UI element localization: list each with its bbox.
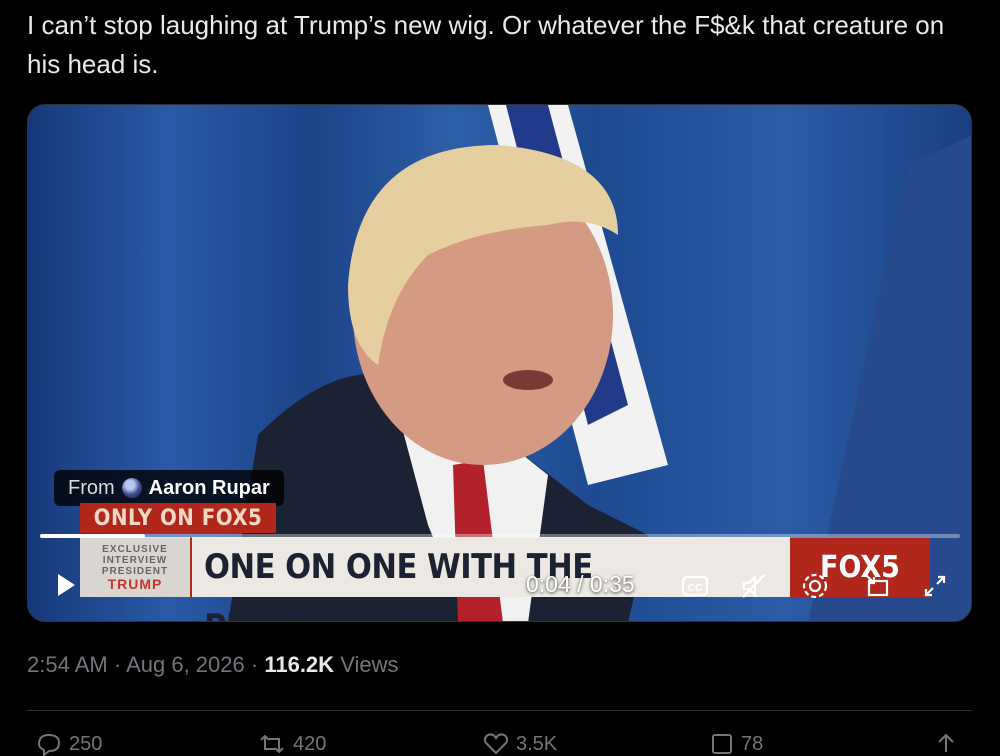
settings-icon[interactable] <box>800 571 830 601</box>
bookmark-count: 78 <box>741 732 764 755</box>
views-count: 116.2K <box>264 652 335 677</box>
share-button[interactable] <box>933 732 959 756</box>
like-button[interactable]: 3.5K <box>482 732 557 756</box>
svg-text:CC: CC <box>688 583 702 594</box>
from-label: From <box>68 476 115 499</box>
views-label: Views <box>340 652 399 677</box>
reply-button[interactable]: 250 <box>35 732 102 756</box>
separator: · <box>250 652 259 677</box>
banner-tag: ONLY ON FOX5 <box>80 503 276 533</box>
lower-third-line1: EXCLUSIVE <box>102 543 168 555</box>
play-icon[interactable] <box>56 573 76 597</box>
avatar <box>121 478 142 498</box>
divider <box>27 710 972 711</box>
reply-count: 250 <box>69 732 103 755</box>
tweet-meta: 2:54 AM · Aug 6, 2026 · 116.2K Views <box>27 652 398 678</box>
mute-icon[interactable] <box>738 571 768 601</box>
fullscreen-icon[interactable] <box>920 571 950 601</box>
tweet-date[interactable]: Aug 6, 2026 <box>126 652 245 677</box>
lower-third-line3: PRESIDENT <box>101 565 169 577</box>
reply-icon <box>37 733 61 756</box>
bookmark-button[interactable]: 78 <box>709 732 763 756</box>
timecode: 0:04 / 0:35 <box>526 571 635 597</box>
lower-third-line2: INTERVIEW <box>102 554 168 566</box>
like-count: 3.5K <box>516 732 558 755</box>
lower-third-box: EXCLUSIVE INTERVIEW PRESIDENT TRUMP <box>80 537 192 597</box>
progress-bar[interactable] <box>40 534 960 538</box>
bookmark-icon <box>712 734 732 754</box>
lower-third-line4: TRUMP <box>107 575 163 592</box>
separator: · <box>113 652 122 677</box>
repost-button[interactable]: 420 <box>257 732 326 756</box>
share-icon <box>938 733 954 752</box>
repost-count: 420 <box>293 732 327 755</box>
progress-fill <box>40 534 145 538</box>
closed-captions-icon[interactable]: CC <box>680 571 710 601</box>
from-attribution[interactable]: From Aaron Rupar <box>54 470 284 506</box>
tweet-time[interactable]: 2:54 AM <box>27 652 108 677</box>
action-bar: 250 420 3.5K 78 <box>27 726 972 756</box>
heart-icon <box>483 733 509 755</box>
picture-in-picture-icon[interactable] <box>862 571 892 601</box>
video-player[interactable]: From Aaron Rupar ONLY ON FOX5 EXCLUSIVE … <box>27 104 972 622</box>
tweet-text: I can’t stop laughing at Trump’s new wig… <box>27 10 945 79</box>
repost-icon <box>260 734 284 754</box>
author-name[interactable]: Aaron Rupar <box>149 477 270 500</box>
